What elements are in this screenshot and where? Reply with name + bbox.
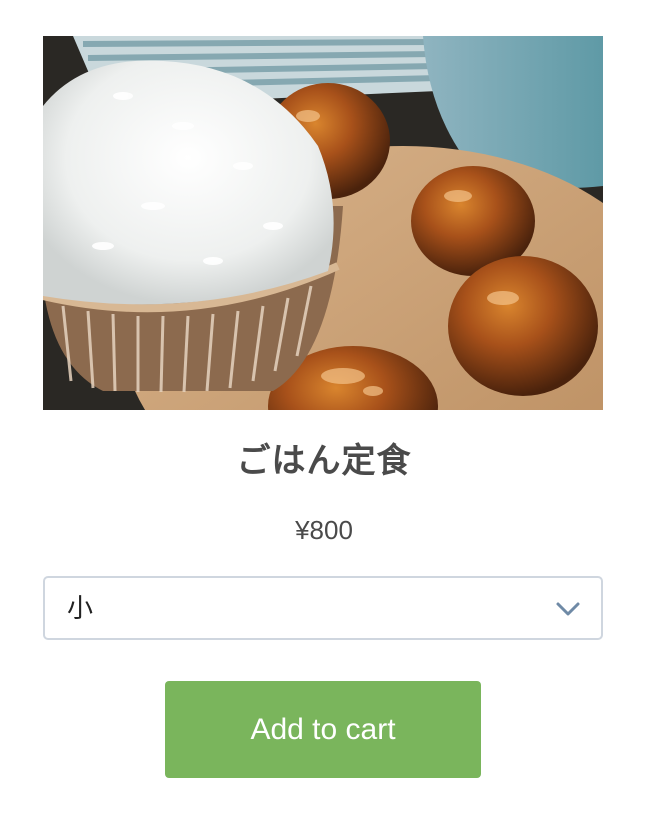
product-price: ¥800 — [295, 515, 353, 545]
size-select[interactable]: 小 — [43, 576, 603, 640]
add-to-cart-button[interactable]: Add to cart — [165, 681, 481, 778]
chevron-down-icon — [556, 602, 580, 616]
size-select-value: 小 — [67, 594, 94, 624]
product-card: ごはん定食 ¥800 小 Add to cart — [0, 0, 648, 826]
product-image — [43, 36, 603, 410]
product-title: ごはん定食 — [236, 441, 412, 481]
